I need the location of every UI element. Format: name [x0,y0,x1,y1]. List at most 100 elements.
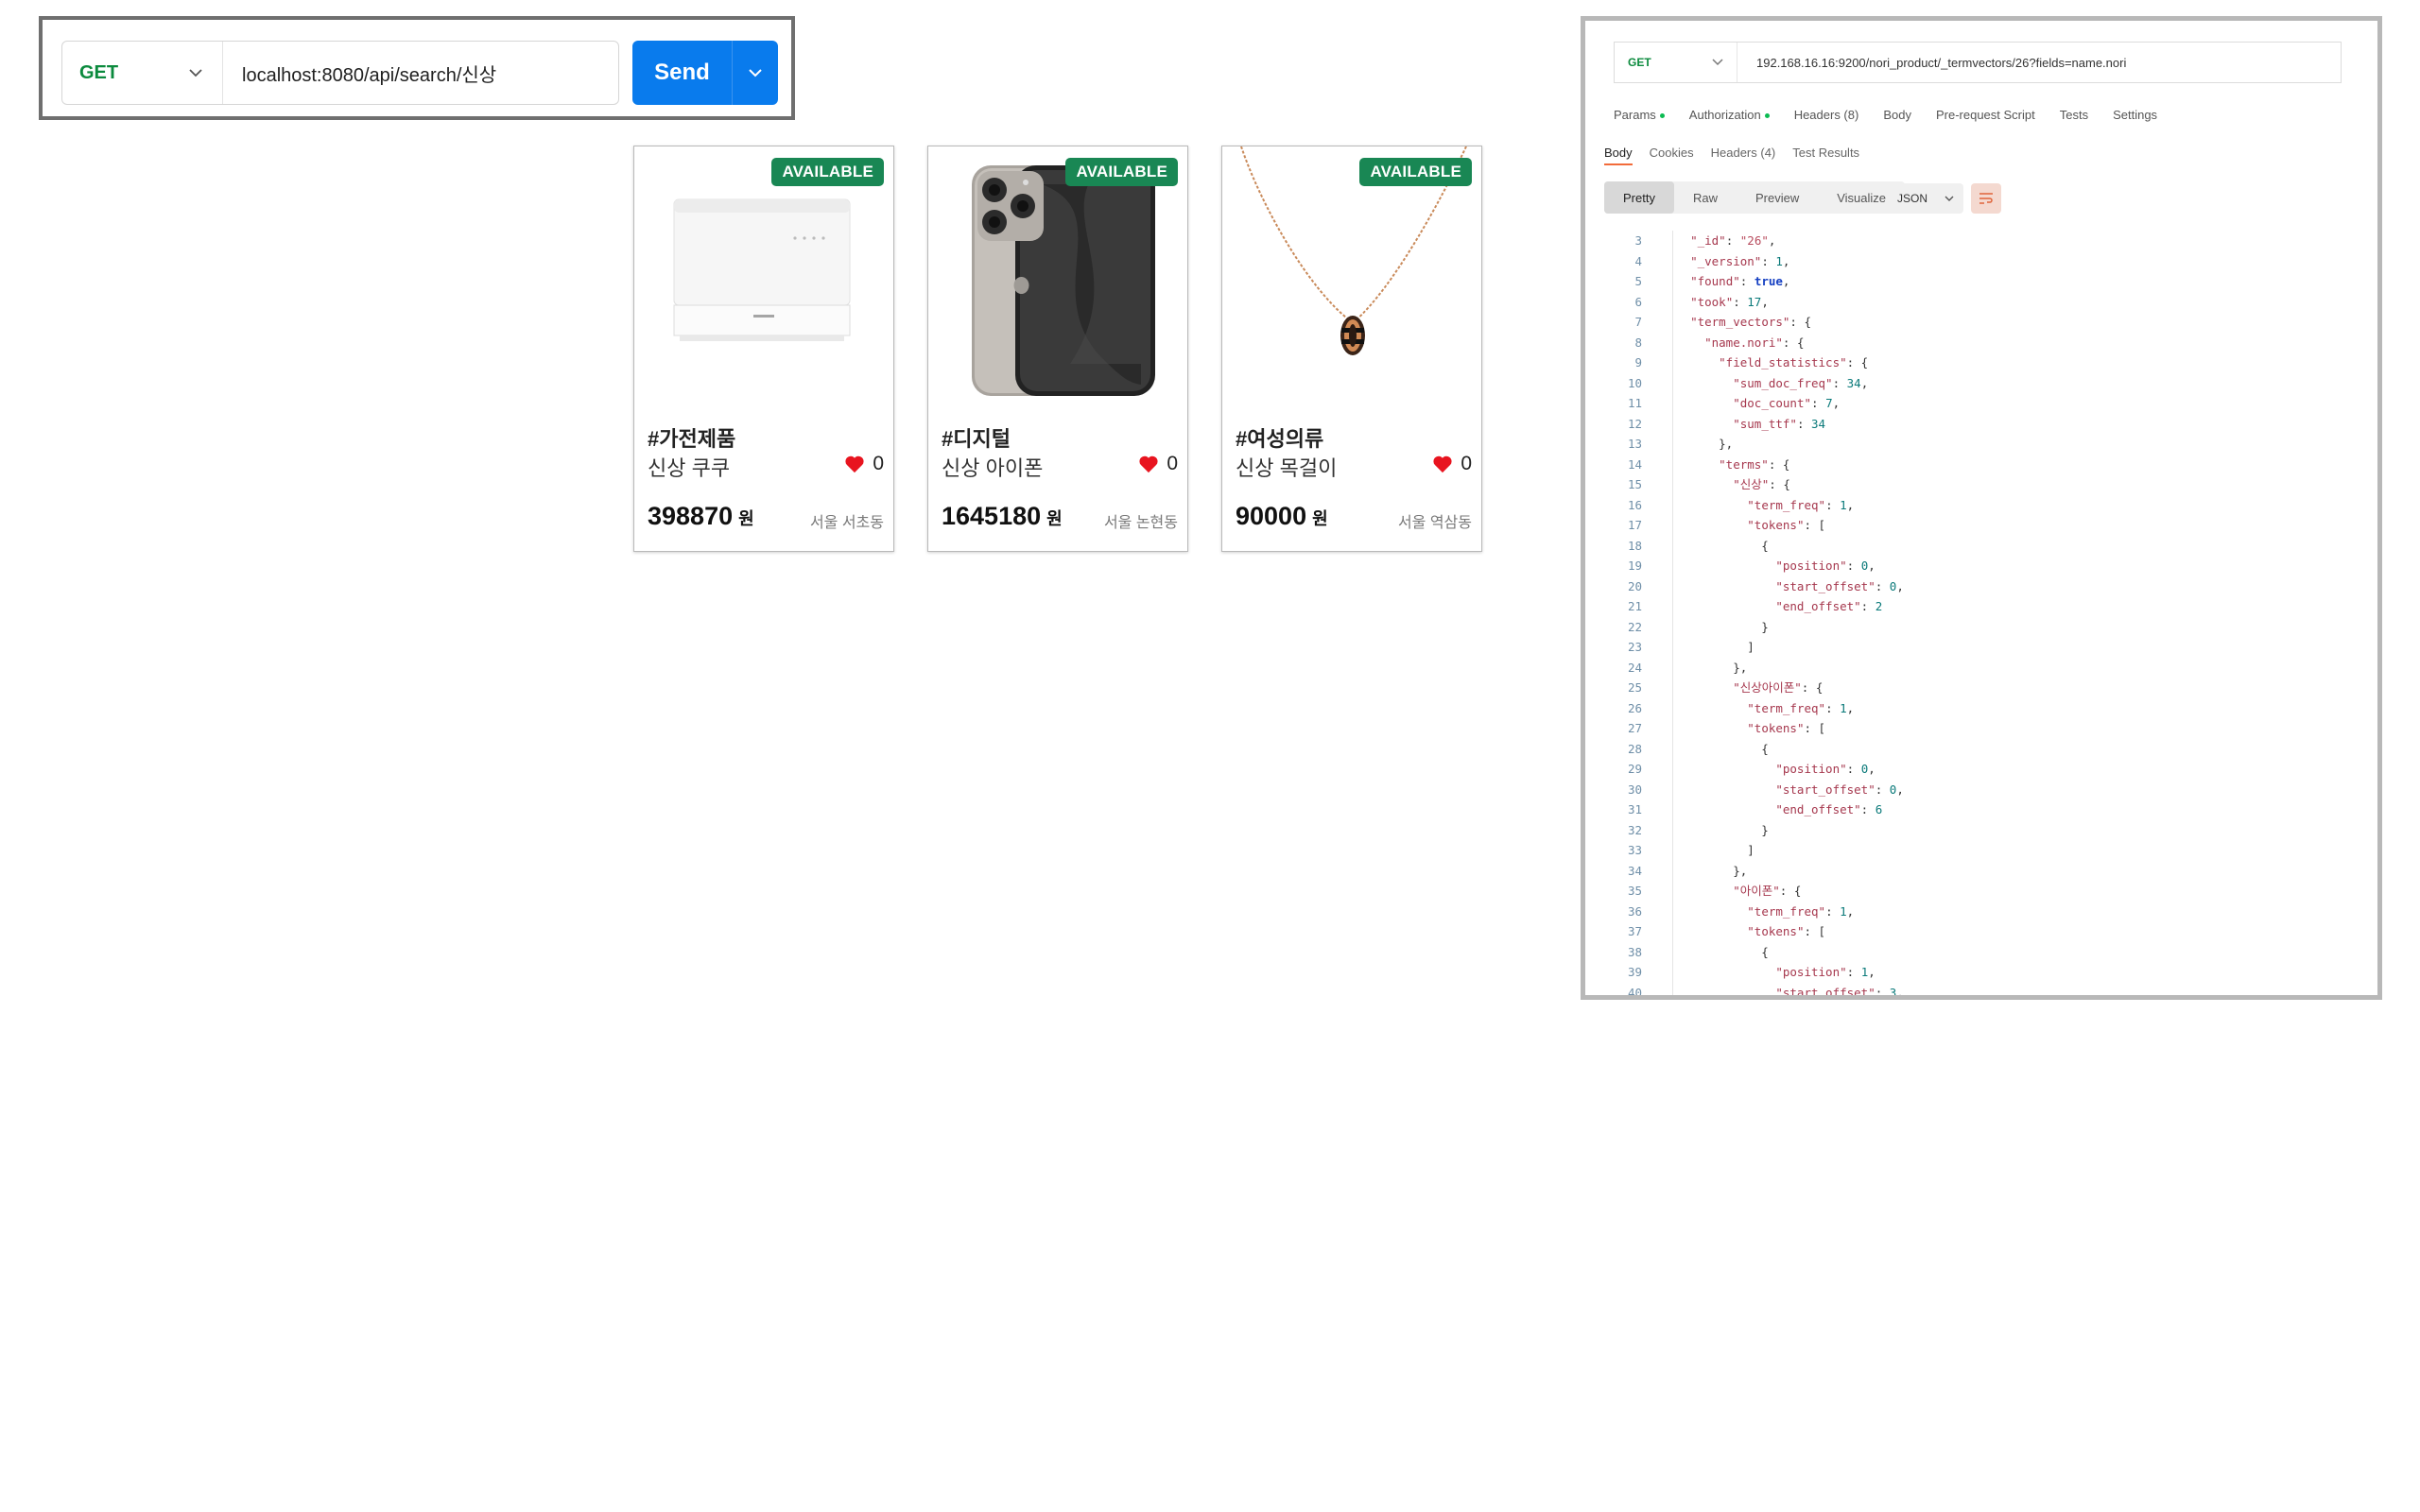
like-button[interactable]: 0 [1432,453,1472,475]
code-line: }, [1676,437,1734,451]
tab-settings[interactable]: Settings [2113,108,2157,122]
product-card[interactable]: AVAILABLE #여성의류 신상 목걸이 0 90000 원 서울 역삼동 [1221,146,1482,552]
pm-request-tabs: Params Authorization Headers (8) Body Pr… [1614,108,2157,122]
postman-panel: GET 192.168.16.16:9200/nori_product/_ter… [1581,16,2382,1000]
mode-raw[interactable]: Raw [1674,181,1737,214]
line-number: 22 [1627,619,1642,634]
code-line: { [1676,944,1769,959]
method-label: GET [79,61,119,83]
code-line: "start_offset": 3, [1775,985,1904,1000]
tab-body[interactable]: Body [1883,108,1911,122]
heart-icon [1433,455,1452,473]
code-line: "position": 0, [1775,558,1876,573]
line-number: 29 [1627,762,1642,776]
tab-label: Authorization [1688,108,1761,122]
line-number: 10 [1627,375,1642,390]
code-line: "end_offset": 2 [1775,599,1883,613]
line-number: 20 [1627,578,1642,593]
product-price: 398870 원 [648,502,754,531]
tab-tests[interactable]: Tests [2060,108,2088,122]
product-category: #가전제품 [648,427,736,451]
line-number: 12 [1627,416,1642,431]
product-category: #여성의류 [1236,427,1324,451]
wrap-lines-button[interactable] [1971,183,2001,214]
chevron-down-icon [749,69,762,77]
code-line: ] [1676,843,1754,857]
line-number: 5 [1634,274,1642,288]
line-number: 35 [1627,884,1642,898]
pm-method-select[interactable]: GET [1615,43,1737,82]
line-number: 28 [1627,741,1642,756]
line-number: 7 [1634,315,1642,329]
product-name: 신상 아이폰 [942,456,1044,480]
like-button[interactable]: 0 [1138,453,1178,475]
code-line: "sum_doc_freq": 34, [1733,375,1869,390]
code-line: "아이폰": { [1733,884,1802,898]
response-code-viewer[interactable]: 3 4 5 6 7 8 9 10 11 12 13 14 15 16 17 18 19 20 21 22 23 24 25 2… [1595,231,2377,1000]
line-number: 8 [1634,335,1642,350]
line-number: 6 [1634,294,1642,309]
tab-label: Params [1614,108,1656,122]
line-number: 3 [1634,233,1642,248]
request-bar: GET localhost:8080/api/search/신상 Send [39,16,795,120]
product-card[interactable]: AVAILABLE #디지털 신상 아이폰 0 1645180 원 서울 논현동 [927,146,1188,552]
tab-headers[interactable]: Headers (8) [1794,108,1859,122]
line-number: 14 [1627,456,1642,472]
pm-method-label: GET [1628,56,1651,69]
pm-url-input[interactable]: 192.168.16.16:9200/nori_product/_termvec… [1737,56,2126,70]
like-count: 0 [1167,453,1178,474]
tab-pre-request-script[interactable]: Pre-request Script [1936,108,2035,122]
send-options-button[interactable] [732,41,778,105]
like-button[interactable]: 0 [844,453,884,475]
code-line: { [1676,741,1769,756]
like-count: 0 [873,453,884,474]
code-line: { [1676,538,1769,553]
code-line: }, [1676,660,1748,675]
price-value: 398870 [648,502,734,530]
mode-preview[interactable]: Preview [1737,181,1818,214]
wrap-lines-icon [1979,193,1993,204]
code-line: "신상": { [1733,477,1790,491]
code-line: "start_offset": 0, [1775,578,1904,593]
pm-view-modes: Pretty Raw Preview Visualize [1604,181,1906,214]
product-name: 신상 쿠쿠 [648,456,731,480]
code-line: "sum_ttf": 34 [1733,416,1826,431]
line-number: 36 [1627,903,1642,919]
line-number: 18 [1627,538,1642,553]
code-line: "field_statistics": { [1719,355,1869,369]
send-button[interactable]: Send [632,41,778,105]
format-select[interactable]: JSON [1888,183,1963,214]
tab-authorization[interactable]: Authorization [1689,108,1770,122]
tab-cookies[interactable]: Cookies [1650,146,1694,165]
code-line: "position": 0, [1775,762,1876,776]
line-number: 13 [1627,437,1642,451]
tab-response-body[interactable]: Body [1604,146,1633,165]
line-number: 17 [1627,518,1642,532]
format-label: JSON [1897,192,1928,205]
line-number: 34 [1627,863,1642,878]
mode-pretty[interactable]: Pretty [1604,181,1674,214]
status-dot-icon [1659,113,1665,119]
code-line: "name.nori": { [1704,335,1805,350]
url-input[interactable]: localhost:8080/api/search/신상 [223,60,496,87]
line-number: 32 [1627,822,1642,837]
currency-label: 원 [738,509,754,528]
line-number: 40 [1627,985,1642,1000]
code-line: "terms": { [1719,456,1790,472]
line-number: 30 [1627,782,1642,797]
product-location: 서울 논현동 [1103,515,1178,531]
code-line: ] [1676,640,1754,654]
like-count: 0 [1461,453,1472,474]
tab-response-headers[interactable]: Headers (4) [1711,146,1776,165]
product-location: 서울 역삼동 [1397,515,1472,531]
tab-params[interactable]: Params [1614,108,1665,122]
code-line: "tokens": [ [1747,721,1826,735]
line-number: 27 [1627,721,1642,735]
code-line: "tokens": [ [1747,518,1826,532]
line-number: 15 [1627,477,1642,491]
code-line: "found": true, [1690,274,1790,288]
tab-test-results[interactable]: Test Results [1792,146,1859,165]
product-card[interactable]: AVAILABLE #가전제품 신상 쿠쿠 0 398870 원 서울 서초동 [633,146,894,552]
line-number: 39 [1627,965,1642,979]
method-select[interactable]: GET [62,42,223,104]
